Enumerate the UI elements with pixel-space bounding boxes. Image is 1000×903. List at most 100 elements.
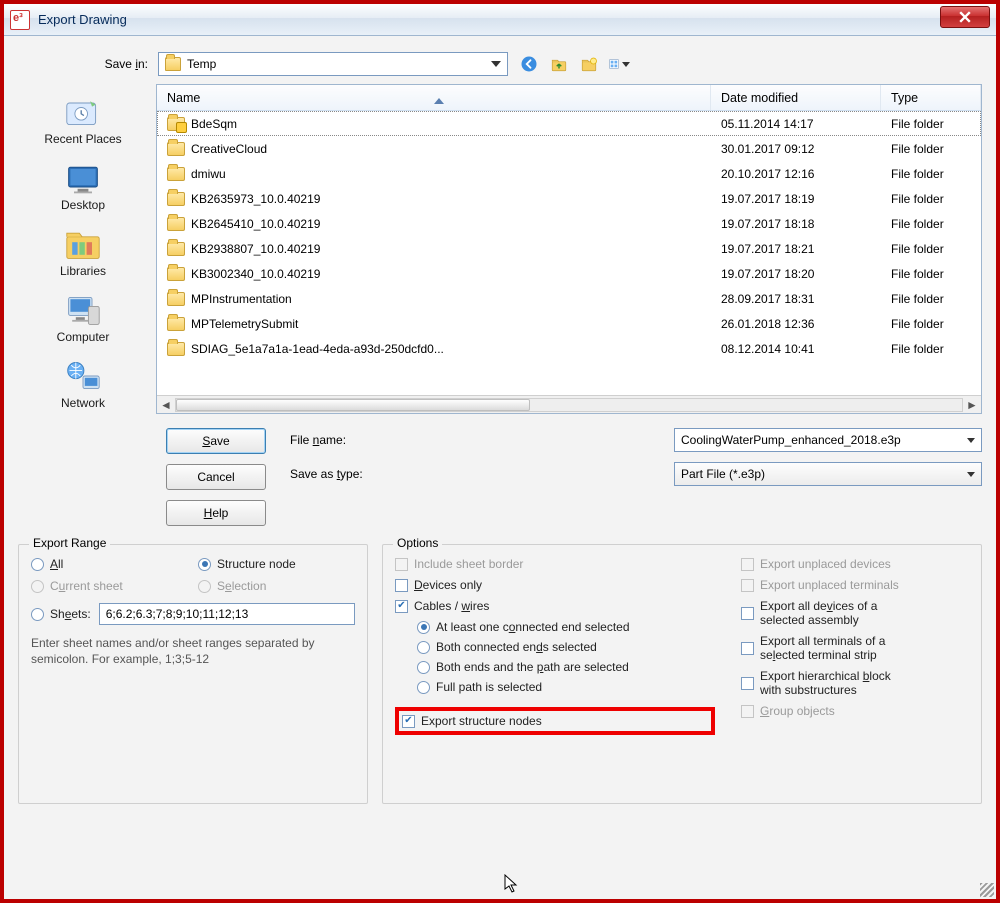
row-type: File folder (881, 342, 981, 356)
row-date: 08.12.2014 10:41 (711, 342, 881, 356)
options-group: Options Include sheet border Devices onl… (382, 544, 982, 804)
close-button[interactable] (940, 6, 990, 28)
back-button[interactable] (518, 53, 540, 75)
folder-icon (167, 142, 185, 156)
export-range-group: Export Range All Structure node Current … (18, 544, 368, 804)
row-name: KB3002340_10.0.40219 (191, 267, 320, 281)
check-export-hier-block[interactable]: Export hierarchical blockwith substructu… (741, 669, 899, 697)
check-export-all-terminals[interactable]: Export all terminals of aselected termin… (741, 634, 899, 662)
help-button[interactable]: Help (166, 500, 266, 526)
sort-asc-icon (434, 84, 444, 104)
sheets-input[interactable]: 6;6.2;6.3;7;8;9;10;11;12;13 (99, 603, 355, 625)
table-row[interactable]: MPInstrumentation28.09.2017 18:31File fo… (157, 286, 981, 311)
file-name-label: File name: (290, 433, 660, 447)
radio-all[interactable]: All (31, 557, 188, 571)
radio-both-path[interactable]: Both ends and the path are selected (417, 660, 715, 674)
row-name: BdeSqm (191, 117, 237, 131)
folder-icon (167, 317, 185, 331)
place-label: Computer (57, 330, 110, 344)
row-type: File folder (881, 217, 981, 231)
up-folder-button[interactable] (548, 53, 570, 75)
save-type-combo[interactable]: Part File (*.e3p) (674, 462, 982, 486)
place-label: Desktop (61, 198, 105, 212)
row-date: 19.07.2017 18:21 (711, 242, 881, 256)
folder-icon (167, 192, 185, 206)
place-label: Libraries (60, 264, 106, 278)
radio-current-sheet: Current sheet (31, 579, 188, 593)
cancel-button[interactable]: Cancel (166, 464, 266, 490)
place-libraries[interactable]: Libraries (28, 220, 138, 284)
check-devices-only[interactable]: Devices only (395, 578, 715, 592)
folder-icon (167, 242, 185, 256)
place-recent[interactable]: Recent Places (28, 88, 138, 152)
check-export-all-devices[interactable]: Export all devices of aselected assembly (741, 599, 899, 627)
scroll-thumb[interactable] (176, 399, 530, 411)
check-cables-wires[interactable]: Cables / wires (395, 599, 715, 613)
row-type: File folder (881, 317, 981, 331)
check-export-structure-nodes[interactable]: Export structure nodes (402, 714, 542, 728)
chevron-down-icon (967, 438, 975, 443)
title-bar: Export Drawing (4, 4, 996, 36)
table-row[interactable]: SDIAG_5e1a7a1a-1ead-4eda-a93d-250dcfd0..… (157, 336, 981, 361)
table-row[interactable]: CreativeCloud30.01.2017 09:12File folder (157, 136, 981, 161)
radio-selection: Selection (198, 579, 355, 593)
radio-both-ends[interactable]: Both connected ends selected (417, 640, 715, 654)
row-date: 28.09.2017 18:31 (711, 292, 881, 306)
view-menu-button[interactable] (608, 53, 630, 75)
scroll-track[interactable] (175, 398, 963, 412)
folder-icon (167, 342, 185, 356)
row-type: File folder (881, 192, 981, 206)
horizontal-scrollbar[interactable]: ◄ ► (157, 395, 981, 413)
row-type: File folder (881, 167, 981, 181)
folder-icon (165, 57, 181, 71)
file-name-input[interactable]: CoolingWaterPump_enhanced_2018.e3p (674, 428, 982, 452)
folder-icon (167, 167, 185, 181)
scroll-left-icon[interactable]: ◄ (157, 396, 175, 414)
col-name-header[interactable]: Name (157, 85, 711, 110)
table-row[interactable]: KB2645410_10.0.4021919.07.2017 18:18File… (157, 211, 981, 236)
radio-one-end[interactable]: At least one connected end selected (417, 620, 715, 634)
save-in-combo[interactable]: Temp (158, 52, 508, 76)
table-row[interactable]: MPTelemetrySubmit26.01.2018 12:36File fo… (157, 311, 981, 336)
radio-sheets[interactable]: Sheets: (31, 607, 91, 621)
row-name: KB2938807_10.0.40219 (191, 242, 320, 256)
folder-icon (167, 267, 185, 281)
app-icon (10, 10, 30, 30)
table-row[interactable]: BdeSqm05.11.2014 14:17File folder (157, 111, 981, 136)
scroll-right-icon[interactable]: ► (963, 396, 981, 414)
row-name: MPTelemetrySubmit (191, 317, 298, 331)
dialog-window: Export Drawing Save in: Temp (0, 0, 1000, 903)
place-label: Network (61, 396, 105, 410)
table-row[interactable]: KB2635973_10.0.4021919.07.2017 18:19File… (157, 186, 981, 211)
table-row[interactable]: KB3002340_10.0.4021919.07.2017 18:20File… (157, 261, 981, 286)
radio-full-path[interactable]: Full path is selected (417, 680, 715, 694)
place-desktop[interactable]: Desktop (28, 154, 138, 218)
places-bar: Recent Places Desktop Libraries Computer… (18, 84, 148, 526)
check-export-unplaced-terminals: Export unplaced terminals (741, 578, 899, 592)
place-label: Recent Places (44, 132, 121, 146)
col-type-header[interactable]: Type (881, 85, 981, 110)
table-row[interactable]: KB2938807_10.0.40219 19.07.2017 18:21File… (157, 236, 981, 261)
row-date: 30.01.2017 09:12 (711, 142, 881, 156)
col-date-header[interactable]: Date modified (711, 85, 881, 110)
folder-icon (167, 292, 185, 306)
place-computer[interactable]: Computer (28, 286, 138, 350)
sheets-hint: Enter sheet names and/or sheet ranges se… (31, 635, 355, 667)
check-export-unplaced-devices: Export unplaced devices (741, 557, 899, 571)
save-button[interactable]: Save (166, 428, 266, 454)
save-type-label: Save as type: (290, 467, 660, 481)
radio-structure-node[interactable]: Structure node (198, 557, 355, 571)
row-date: 19.07.2017 18:20 (711, 267, 881, 281)
new-folder-button[interactable] (578, 53, 600, 75)
row-type: File folder (881, 242, 981, 256)
save-in-label: Save in: (78, 57, 148, 71)
resize-grip-icon[interactable] (980, 883, 994, 897)
table-row[interactable]: dmiwu20.10.2017 12:16File folder (157, 161, 981, 186)
file-list[interactable]: Name Date modified Type BdeSqm05.11.2014… (156, 84, 982, 414)
options-legend: Options (393, 536, 442, 550)
row-type: File folder (881, 142, 981, 156)
row-type: File folder (881, 292, 981, 306)
row-date: 19.07.2017 18:19 (711, 192, 881, 206)
place-network[interactable]: Network (28, 352, 138, 416)
check-include-sheet-border: Include sheet border (395, 557, 715, 571)
